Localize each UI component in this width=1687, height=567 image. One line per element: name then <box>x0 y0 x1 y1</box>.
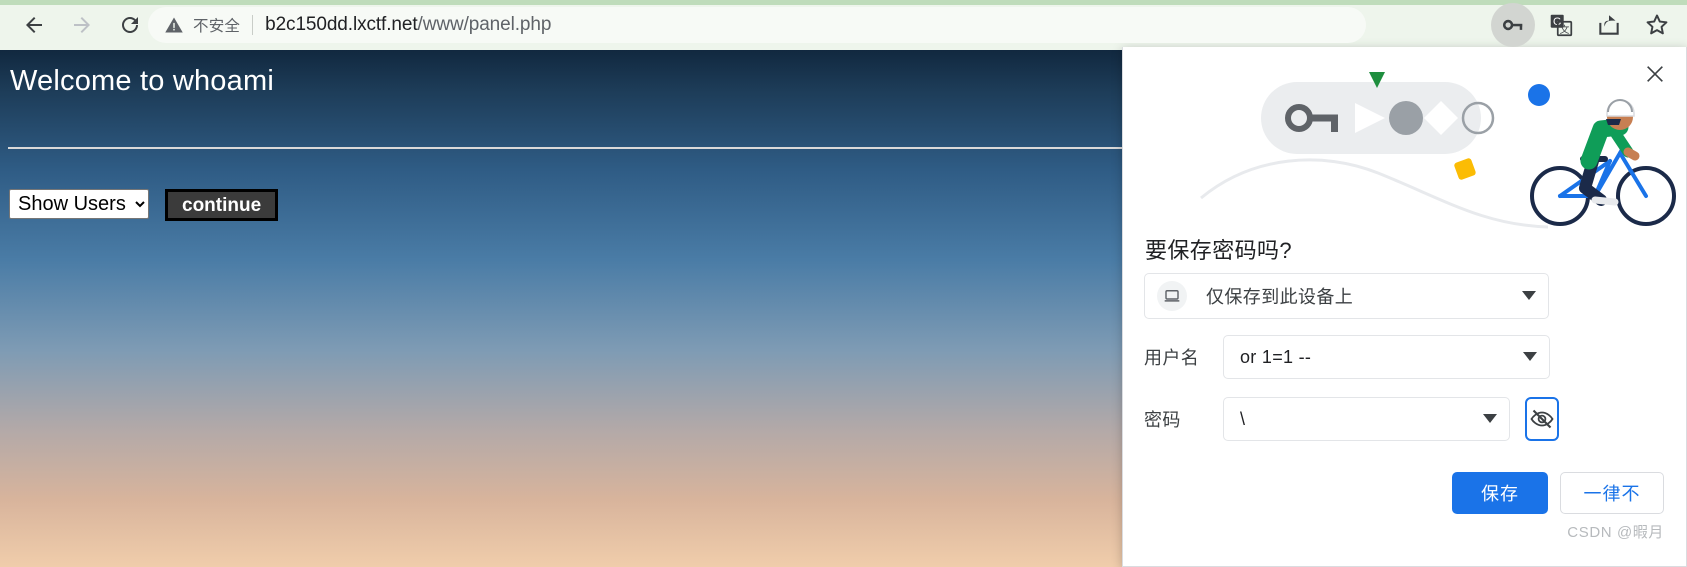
continue-button[interactable]: continue <box>165 189 279 221</box>
chevron-down-icon <box>1522 287 1536 305</box>
username-label: 用户名 <box>1144 348 1200 368</box>
password-label: 密码 <box>1144 410 1181 430</box>
svg-text:文: 文 <box>1560 23 1570 36</box>
dialog-title: 要保存密码吗? <box>1145 238 1293 263</box>
username-field[interactable]: or 1=1 -- <box>1223 335 1550 379</box>
username-value: or 1=1 -- <box>1240 346 1312 367</box>
navigation-buttons <box>0 3 154 47</box>
password-illustration <box>1200 72 1676 229</box>
omnibox-divider <box>252 15 254 35</box>
url-host: b2c150dd.lxctf.net <box>265 14 418 35</box>
never-save-button[interactable]: 一律不 <box>1560 472 1664 514</box>
browser-toolbar: 不安全 b2c150dd.lxctf.net/www/panel.php G 文 <box>0 0 1687 50</box>
store-destination-select[interactable]: 仅保存到此设备上 <box>1144 273 1549 319</box>
eye-slash-icon[interactable] <box>1525 397 1559 441</box>
password-value: \ <box>1240 408 1246 429</box>
share-icon[interactable] <box>1587 3 1631 47</box>
save-password-dialog: 要保存密码吗? 仅保存到此设备上 用户名 or 1=1 -- 密码 \ 保存 一… <box>1122 47 1687 567</box>
user-form: Show Users continue <box>9 189 279 221</box>
save-button[interactable]: 保存 <box>1452 472 1548 514</box>
back-button[interactable] <box>10 3 58 47</box>
username-row: 用户名 or 1=1 -- <box>1144 335 1550 379</box>
address-bar[interactable]: 不安全 b2c150dd.lxctf.net/www/panel.php <box>148 7 1366 43</box>
chevron-down-icon[interactable] <box>1523 348 1537 366</box>
toolbar-actions: G 文 <box>1491 0 1679 50</box>
warning-triangle-icon <box>164 15 184 35</box>
translate-icon[interactable]: G 文 <box>1539 3 1583 47</box>
url-text: b2c150dd.lxctf.net/www/panel.php <box>265 14 551 36</box>
password-field[interactable]: \ <box>1223 397 1510 441</box>
show-users-select[interactable]: Show Users <box>9 189 149 219</box>
window-top-strip <box>0 0 1687 5</box>
store-destination-label: 仅保存到此设备上 <box>1206 287 1354 307</box>
reload-button[interactable] <box>106 3 154 47</box>
url-path: /www/panel.php <box>417 14 552 35</box>
dialog-actions: 保存 一律不 <box>1452 472 1664 514</box>
watermark: CSDN @暇月 <box>1567 524 1664 541</box>
laptop-icon <box>1157 281 1187 311</box>
forward-button[interactable] <box>58 3 106 47</box>
screen: 不安全 b2c150dd.lxctf.net/www/panel.php G 文 <box>0 0 1687 567</box>
chevron-down-icon[interactable] <box>1483 410 1497 428</box>
bookmark-star-icon[interactable] <box>1635 3 1679 47</box>
security-status-text: 不安全 <box>193 18 241 35</box>
page-title: Welcome to whoami <box>10 65 274 97</box>
password-row: 密码 \ <box>1144 397 1559 441</box>
password-manager-key-icon[interactable] <box>1491 3 1535 47</box>
